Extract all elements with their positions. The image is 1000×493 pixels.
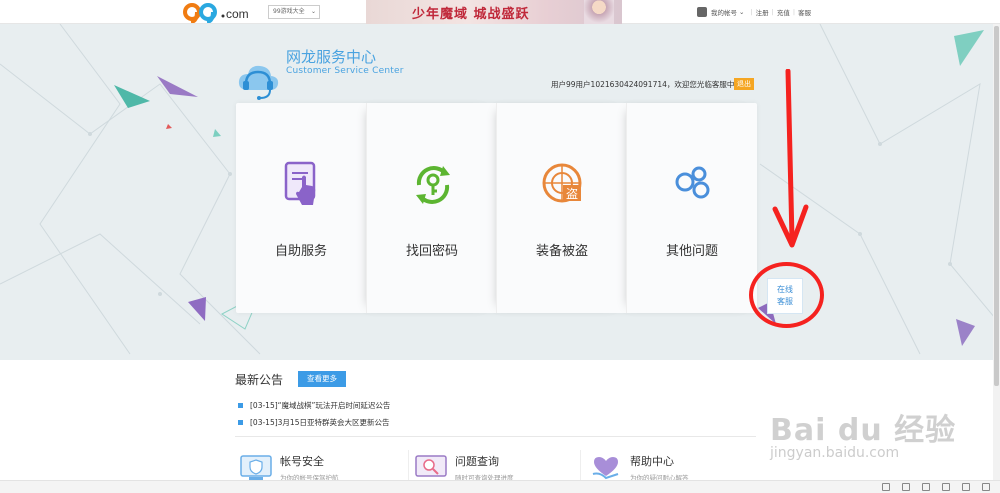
chevron-down-icon: ⌄: [739, 8, 745, 16]
bubbles-icon: [675, 166, 710, 199]
bullet-icon: [238, 420, 243, 425]
account-links: 我的帐号 ⌄ | 注册 | 充值 | 客服: [697, 6, 811, 18]
register-link[interactable]: 注册: [756, 7, 769, 17]
scrollbar-thumb[interactable]: [994, 26, 999, 386]
service-card-recover-password[interactable]: 找回密码: [366, 103, 496, 313]
service-card-label: 找回密码: [405, 244, 458, 259]
customer-service-link[interactable]: 客服: [798, 7, 811, 17]
my-account-link[interactable]: 我的帐号: [711, 7, 737, 17]
notice-item[interactable]: [03-15]3月15日亚特群英会大区更新公告: [238, 417, 389, 428]
bottom-service-title: 问题查询: [455, 455, 499, 468]
heart-hand-icon: [592, 457, 619, 480]
vertical-scrollbar[interactable]: [993, 24, 1000, 480]
page-subtitle: Customer Service Center: [286, 66, 404, 76]
recharge-link[interactable]: 充值: [777, 7, 790, 17]
view-more-button[interactable]: 查看更多: [298, 371, 346, 387]
service-card-other-issues[interactable]: 其他问题: [626, 103, 756, 313]
self-service-icon: [284, 161, 316, 205]
service-center-logo-icon: [238, 65, 279, 100]
status-icon[interactable]: [882, 483, 890, 491]
theft-radar-icon: 盗: [542, 163, 582, 203]
banner-character-image: [584, 0, 614, 24]
browser-status-bar: [0, 480, 1000, 493]
section-divider: [235, 436, 756, 437]
logout-button[interactable]: 退出: [734, 78, 754, 90]
baidu-jingyan-watermark: Bai du 经验 jingyan.baidu.com: [770, 405, 957, 461]
service-card-label: 自助服务: [274, 244, 327, 259]
bottom-service-title: 帐号安全: [280, 455, 324, 468]
avatar[interactable]: [697, 7, 707, 17]
service-card-label: 装备被盗: [535, 244, 588, 259]
top-bar: com 99游戏大全 ⌄ 少年魔域 城战盛跃 我的帐号 ⌄ | 注册 | 充值 …: [0, 0, 1000, 24]
bullet-icon: [238, 403, 243, 408]
game-select-dropdown[interactable]: 99游戏大全 ⌄: [268, 5, 320, 19]
watermark-main: Bai du 经验: [770, 413, 957, 448]
search-monitor-icon: [415, 455, 447, 477]
hero-section: 网龙服务中心 Customer Service Center 用户99用户102…: [0, 24, 1000, 360]
svg-text:盗: 盗: [566, 186, 578, 201]
shield-monitor-icon: [240, 455, 272, 480]
site-logo[interactable]: com: [183, 1, 263, 23]
volume-icon[interactable]: [982, 483, 990, 491]
welcome-message: 用户99用户1021630424091714，欢迎您光临客服中心: [551, 80, 742, 89]
notices-title: 最新公告: [235, 373, 284, 387]
service-panel: 自助服务 找回密码 盗 装备被盗 其他问题: [236, 103, 757, 313]
page-title: 网龙服务中心: [286, 48, 377, 66]
game-banner[interactable]: 少年魔域 城战盛跃: [366, 0, 622, 24]
notice-text[interactable]: [03-15]“魔域战棋”玩法开启时间延迟公告: [250, 400, 390, 411]
service-card-self-service[interactable]: 自助服务: [236, 103, 366, 313]
chevron-down-icon: ⌄: [310, 8, 316, 15]
annotation-circle: [749, 262, 824, 328]
service-card-label: 其他问题: [665, 244, 718, 259]
bottom-service-title: 帮助中心: [630, 455, 674, 468]
watermark-sub: jingyan.baidu.com: [770, 445, 900, 461]
key-refresh-icon: [416, 166, 450, 204]
banner-text: 少年魔域 城战盛跃: [412, 7, 530, 22]
trash-icon[interactable]: [922, 483, 930, 491]
status-icon[interactable]: [902, 483, 910, 491]
status-icon[interactable]: [942, 483, 950, 491]
notice-item[interactable]: [03-15]“魔域战棋”玩法开启时间延迟公告: [238, 400, 390, 411]
annotation-arrow: [772, 69, 809, 248]
status-icon[interactable]: [962, 483, 970, 491]
notice-text[interactable]: [03-15]3月15日亚特群英会大区更新公告: [250, 417, 389, 428]
game-select-label: 99游戏大全: [273, 8, 305, 15]
svg-text:com: com: [226, 7, 249, 21]
service-card-equipment-stolen[interactable]: 盗 装备被盗: [496, 103, 626, 313]
